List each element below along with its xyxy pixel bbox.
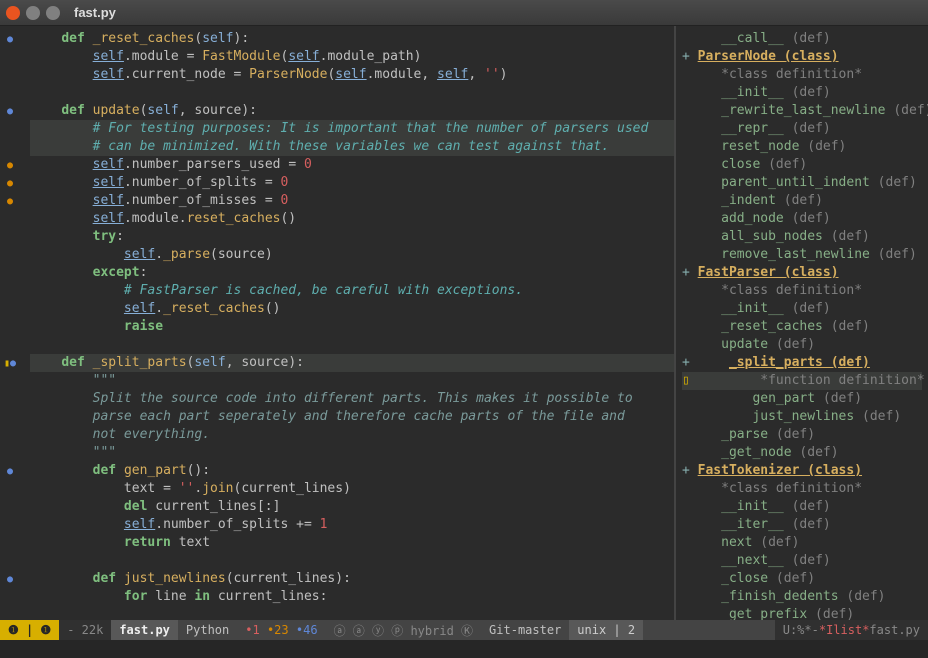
outline-item[interactable]: __init__ (def) bbox=[682, 300, 922, 318]
sb-right: U:%*- *Ilist* fast.py bbox=[775, 620, 928, 640]
statusbar: ❶ | ❶ - 22k fast.py Python •1 •23 •46 ⓐ … bbox=[0, 620, 928, 640]
code-line[interactable]: self.number_of_splits += 1 bbox=[30, 516, 674, 534]
outline-item[interactable]: __repr__ (def) bbox=[682, 120, 922, 138]
outline-item[interactable]: ▯ *function definition* bbox=[682, 372, 922, 390]
sb-encoding: unix | 2 bbox=[569, 620, 643, 640]
outline-item[interactable]: gen_part (def) bbox=[682, 390, 922, 408]
outline-item[interactable]: __iter__ (def) bbox=[682, 516, 922, 534]
outline-item[interactable]: *class definition* bbox=[682, 66, 922, 84]
code-line[interactable]: self._reset_caches() bbox=[30, 300, 674, 318]
sb-mode[interactable]: Python bbox=[178, 620, 237, 640]
code-line[interactable]: for line in current_lines: bbox=[30, 588, 674, 606]
outline-item[interactable]: *class definition* bbox=[682, 282, 922, 300]
code-line[interactable]: def update(self, source): bbox=[30, 102, 674, 120]
code-line[interactable]: del current_lines[:] bbox=[30, 498, 674, 516]
sb-file: fast.py bbox=[111, 620, 178, 640]
outline-item[interactable]: remove_last_newline (def) bbox=[682, 246, 922, 264]
outline-item[interactable]: _get_node (def) bbox=[682, 444, 922, 462]
window-title: fast.py bbox=[74, 5, 116, 20]
outline-item[interactable]: _finish_dedents (def) bbox=[682, 588, 922, 606]
code-line[interactable]: self.number_of_splits = 0 bbox=[30, 174, 674, 192]
code-line[interactable]: self.current_node = ParserNode(self.modu… bbox=[30, 66, 674, 84]
outline-item[interactable]: *class definition* bbox=[682, 480, 922, 498]
code-line[interactable]: not everything. bbox=[30, 426, 674, 444]
code-line[interactable]: parse each part seperately and therefore… bbox=[30, 408, 674, 426]
code-area[interactable]: def _reset_caches(self): self.module = F… bbox=[20, 26, 674, 620]
outline-item[interactable]: + FastTokenizer (class) bbox=[682, 462, 922, 480]
code-line[interactable]: text = ''.join(current_lines) bbox=[30, 480, 674, 498]
close-icon[interactable] bbox=[6, 6, 20, 20]
code-line[interactable]: def _split_parts(self, source): bbox=[30, 354, 674, 372]
code-line[interactable]: # can be minimized. With these variables… bbox=[30, 138, 674, 156]
outline-pane[interactable]: __call__ (def)+ ParserNode (class) *clas… bbox=[676, 26, 928, 620]
code-line[interactable]: """ bbox=[30, 372, 674, 390]
outline-item[interactable]: __init__ (def) bbox=[682, 84, 922, 102]
code-line[interactable]: Split the source code into different par… bbox=[30, 390, 674, 408]
outline-item[interactable]: parent_until_indent (def) bbox=[682, 174, 922, 192]
outline-item[interactable]: __init__ (def) bbox=[682, 498, 922, 516]
outline-item[interactable]: add_node (def) bbox=[682, 210, 922, 228]
code-line[interactable]: try: bbox=[30, 228, 674, 246]
sb-git[interactable]: Git-master bbox=[481, 620, 569, 640]
editor-pane[interactable]: def _reset_caches(self): self.module = F… bbox=[0, 26, 676, 620]
outline-item[interactable]: next (def) bbox=[682, 534, 922, 552]
outline-item[interactable]: + ParserNode (class) bbox=[682, 48, 922, 66]
outline-item[interactable]: _indent (def) bbox=[682, 192, 922, 210]
titlebar: fast.py bbox=[0, 0, 928, 26]
sb-minors: ⓐ ⓐ ⓨ ⓟ hybrid Ⓚ bbox=[326, 620, 481, 640]
code-line[interactable]: except: bbox=[30, 264, 674, 282]
code-line[interactable]: def _reset_caches(self): bbox=[30, 30, 674, 48]
code-line[interactable]: # FastParser is cached, be careful with … bbox=[30, 282, 674, 300]
outline-item[interactable]: __call__ (def) bbox=[682, 30, 922, 48]
sb-warn[interactable]: ❶ | ❶ bbox=[0, 620, 59, 640]
outline-item[interactable]: close (def) bbox=[682, 156, 922, 174]
code-line[interactable]: self._parse(source) bbox=[30, 246, 674, 264]
sb-flycheck[interactable]: •1 •23 •46 bbox=[237, 620, 325, 640]
code-line[interactable]: return text bbox=[30, 534, 674, 552]
outline-item[interactable]: _close (def) bbox=[682, 570, 922, 588]
sb-info: •46 bbox=[296, 623, 318, 637]
code-line[interactable] bbox=[30, 84, 674, 102]
outline-item[interactable]: _get_prefix (def) bbox=[682, 606, 922, 620]
outline-item[interactable]: __next__ (def) bbox=[682, 552, 922, 570]
outline-item[interactable]: _rewrite_last_newline (def) bbox=[682, 102, 922, 120]
gutter bbox=[0, 26, 20, 620]
code-line[interactable]: # For testing purposes: It is important … bbox=[30, 120, 674, 138]
minimize-icon[interactable] bbox=[26, 6, 40, 20]
code-line[interactable] bbox=[30, 336, 674, 354]
outline-item[interactable]: all_sub_nodes (def) bbox=[682, 228, 922, 246]
outline-item[interactable]: just_newlines (def) bbox=[682, 408, 922, 426]
outline-item[interactable]: _parse (def) bbox=[682, 426, 922, 444]
code-line[interactable]: """ bbox=[30, 444, 674, 462]
code-line[interactable]: self.module = FastModule(self.module_pat… bbox=[30, 48, 674, 66]
sb-warnings: •23 bbox=[267, 623, 289, 637]
code-line[interactable]: raise bbox=[30, 318, 674, 336]
code-line[interactable] bbox=[30, 552, 674, 570]
outline-item[interactable]: _reset_caches (def) bbox=[682, 318, 922, 336]
sb-buffer-ilist: *Ilist* bbox=[819, 623, 870, 637]
code-line[interactable]: self.number_of_misses = 0 bbox=[30, 192, 674, 210]
minibuffer[interactable] bbox=[0, 640, 928, 658]
workspace: def _reset_caches(self): self.module = F… bbox=[0, 26, 928, 620]
maximize-icon[interactable] bbox=[46, 6, 60, 20]
code-line[interactable]: def just_newlines(current_lines): bbox=[30, 570, 674, 588]
outline-item[interactable]: reset_node (def) bbox=[682, 138, 922, 156]
outline-item[interactable]: update (def) bbox=[682, 336, 922, 354]
outline-item[interactable]: + _split_parts (def) bbox=[682, 354, 922, 372]
code-line[interactable]: def gen_part(): bbox=[30, 462, 674, 480]
sb-errors: •1 bbox=[245, 623, 259, 637]
code-line[interactable]: self.number_parsers_used = 0 bbox=[30, 156, 674, 174]
outline-item[interactable]: + FastParser (class) bbox=[682, 264, 922, 282]
code-line[interactable]: self.module.reset_caches() bbox=[30, 210, 674, 228]
sb-size: - 22k bbox=[59, 620, 111, 640]
